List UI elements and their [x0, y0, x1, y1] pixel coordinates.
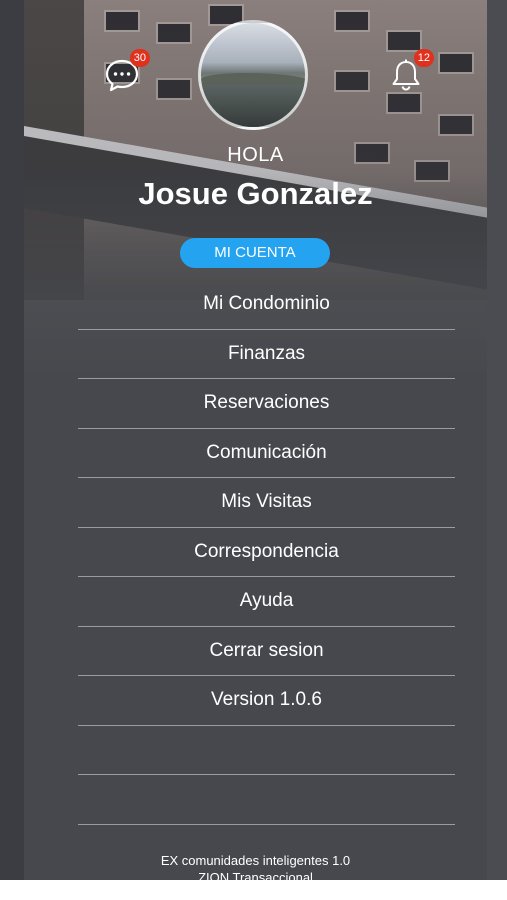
chat-badge: 30	[129, 49, 150, 67]
menu-item-correspondencia[interactable]: Correspondencia	[78, 528, 455, 577]
footer-line-1: EX comunidades inteligentes 1.0	[160, 853, 351, 868]
menu-item-mi-condominio[interactable]: Mi Condominio	[78, 280, 455, 330]
menu-item-empty	[78, 775, 455, 825]
menu-list: Mi Condominio Finanzas Reservaciones Com…	[78, 280, 455, 825]
top-bar: 30 12	[24, 0, 487, 140]
menu-item-ayuda[interactable]: Ayuda	[78, 577, 455, 627]
menu-item-mis-visitas[interactable]: Mis Visitas	[78, 478, 455, 528]
avatar[interactable]	[198, 20, 308, 130]
menu-item-finanzas[interactable]: Finanzas	[78, 330, 455, 379]
my-account-button[interactable]: MI CUENTA	[180, 238, 330, 268]
footer-line-2: ZION Transaccional	[198, 870, 313, 880]
menu-item-version: Version 1.0.6	[78, 676, 455, 726]
menu-item-cerrar-sesion[interactable]: Cerrar sesion	[78, 627, 455, 676]
user-name: Josue Gonzalez	[138, 176, 373, 211]
notifications-button[interactable]: 12	[384, 49, 434, 97]
bottom-edge	[0, 880, 507, 900]
side-menu-panel: 30 12 HOLA Josue Gonzalez MI CUENTA Mi C…	[24, 0, 487, 880]
footer-text: EX comunidades inteligentes 1.0 ZION Tra…	[24, 852, 487, 880]
notifications-badge: 12	[413, 49, 434, 67]
app-screen: 30 12 HOLA Josue Gonzalez MI CUENTA Mi C…	[0, 0, 507, 900]
menu-item-comunicacion[interactable]: Comunicación	[78, 429, 455, 478]
background-strip-left	[0, 0, 24, 880]
greeting-label: HOLA	[227, 144, 284, 166]
menu-item-empty	[78, 726, 455, 775]
background-strip-right	[487, 0, 507, 880]
menu-item-reservaciones[interactable]: Reservaciones	[78, 379, 455, 429]
chat-button[interactable]: 30	[100, 49, 150, 97]
